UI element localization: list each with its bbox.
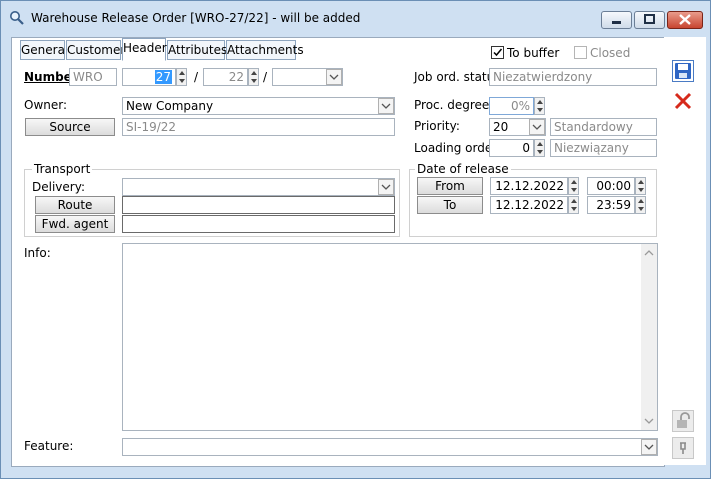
window: Warehouse Release Order [WRO-27/22] - wi… (0, 0, 711, 479)
release-from-time-spinner[interactable] (635, 177, 646, 195)
delivery-label: Delivery: (32, 180, 85, 194)
chevron-up-icon (644, 250, 654, 256)
minimize-icon (612, 21, 621, 24)
maximize-button[interactable] (634, 11, 665, 29)
loading-order-label: Loading order: (414, 141, 501, 155)
info-scrollbar[interactable] (641, 244, 657, 430)
release-to-date-field[interactable]: 12.12.2022 (490, 196, 568, 214)
proc-degree-label: Proc. degree: (414, 98, 494, 112)
tab-attributes[interactable]: Attributes (167, 40, 228, 60)
owner-label: Owner: (24, 98, 68, 112)
cancel-button[interactable] (672, 90, 694, 112)
chevron-down-icon (381, 184, 391, 190)
pin-button[interactable] (672, 437, 694, 459)
maximize-icon (644, 14, 655, 24)
tab-label: General (21, 43, 69, 57)
priority-dropdown-button[interactable] (529, 119, 545, 135)
proc-degree-field: 0% (489, 97, 534, 115)
close-button[interactable] (667, 11, 703, 29)
chevron-down-icon (329, 74, 339, 80)
proc-degree-spinner (534, 97, 545, 115)
number-series-dropdown-button[interactable] (326, 69, 342, 85)
release-to-time-spinner[interactable] (635, 196, 646, 214)
number-separator: / (194, 70, 199, 84)
release-from-date-field[interactable]: 12.12.2022 (490, 177, 568, 195)
loading-order-desc-field: Niezwiązany (550, 139, 657, 157)
source-field: SI-19/22 (122, 118, 395, 136)
priority-value: 20 (493, 120, 509, 134)
closed-label: Closed (590, 46, 631, 60)
save-icon (675, 63, 691, 79)
info-textarea[interactable] (122, 243, 658, 431)
number-seq-field[interactable]: 27 (122, 68, 176, 86)
number-year-spinner[interactable] (248, 68, 259, 86)
number-year-field[interactable]: 22 (203, 68, 248, 86)
route-field[interactable] (122, 196, 395, 214)
tab-label: Header (123, 41, 167, 55)
chevron-down-icon (644, 444, 654, 450)
chevron-down-icon (644, 418, 654, 424)
tab-attachments[interactable]: Attachments (226, 40, 304, 60)
tab-customer[interactable]: Customer (66, 40, 125, 60)
chevron-down-icon (532, 124, 542, 130)
owner-value: New Company (126, 99, 214, 113)
date-of-release-label: Date of release (415, 162, 511, 176)
close-icon (679, 14, 691, 25)
release-from-date-spinner[interactable] (568, 177, 579, 195)
window-title: Warehouse Release Order [WRO-27/22] - wi… (31, 11, 361, 25)
transport-group-label: Transport (32, 162, 93, 176)
priority-desc-field: Standardowy (550, 118, 657, 136)
job-order-status-label: Job ord. status (414, 70, 501, 84)
info-label: Info: (24, 246, 51, 260)
source-button[interactable]: Source (25, 118, 115, 136)
tab-header[interactable]: Header (122, 38, 167, 61)
delivery-select[interactable] (122, 178, 395, 196)
cancel-icon (674, 92, 692, 110)
release-from-time-field[interactable]: 00:00 (587, 177, 635, 195)
route-button[interactable]: Route (35, 196, 115, 214)
closed-checkbox (574, 46, 587, 59)
tab-general[interactable]: General (20, 40, 69, 60)
number-seq-value: 27 (154, 70, 172, 84)
tab-label: Attributes (168, 43, 228, 57)
number-prefix-field: WRO (69, 68, 117, 86)
number-seq-spinner[interactable] (176, 68, 187, 86)
title-bar[interactable]: Warehouse Release Order [WRO-27/22] - wi… (1, 1, 710, 37)
fwd-agent-button[interactable]: Fwd. agent (35, 215, 115, 233)
number-separator: / (263, 70, 268, 84)
lock-icon (677, 412, 690, 428)
release-to-date-spinner[interactable] (568, 196, 579, 214)
chevron-down-icon (381, 103, 391, 109)
search-icon (10, 11, 24, 25)
lock-button[interactable] (672, 410, 694, 432)
owner-select[interactable]: New Company (122, 97, 395, 115)
owner-dropdown-button[interactable] (378, 98, 394, 114)
form-area: General Customer Header Attributes Attac… (11, 37, 665, 467)
feature-select[interactable] (122, 438, 658, 456)
pin-icon (680, 442, 686, 454)
fwd-agent-field[interactable] (122, 215, 395, 233)
tab-label: Customer (67, 43, 126, 57)
delivery-dropdown-button[interactable] (378, 179, 394, 195)
check-icon (493, 48, 503, 57)
release-from-button[interactable]: From (417, 177, 483, 195)
to-buffer-label: To buffer (507, 46, 560, 60)
tab-label: Attachments (227, 43, 304, 57)
feature-label: Feature: (24, 439, 74, 453)
release-to-time-field[interactable]: 23:59 (587, 196, 635, 214)
job-order-status-field: Niezatwierdzony (489, 68, 657, 86)
save-button[interactable] (672, 60, 694, 82)
loading-order-field[interactable]: 0 (489, 139, 534, 157)
feature-dropdown-button[interactable] (641, 439, 657, 455)
priority-label: Priority: (414, 119, 460, 133)
to-buffer-checkbox[interactable] (491, 46, 504, 59)
release-to-button[interactable]: To (417, 196, 483, 214)
minimize-button[interactable] (601, 11, 632, 29)
loading-order-spinner[interactable] (534, 139, 545, 157)
action-panel (664, 37, 706, 465)
